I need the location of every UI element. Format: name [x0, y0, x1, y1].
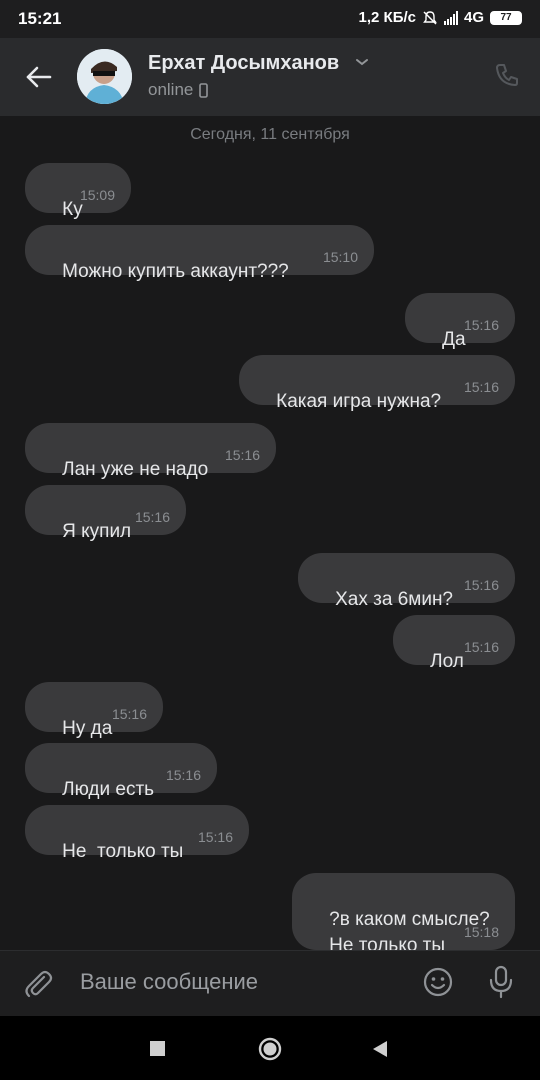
- battery-icon: 77: [490, 10, 522, 25]
- status-right: 1,2 КБ/с 4G 77: [359, 9, 522, 26]
- emoji-icon[interactable]: [422, 966, 454, 998]
- status-bar: 15:21 1,2 КБ/с 4G 77: [0, 0, 540, 38]
- message-bubble-incoming[interactable]: Лан уже не надо 15:16: [25, 423, 276, 480]
- message-text: Да: [442, 329, 466, 350]
- message-time: 15:16: [224, 447, 260, 463]
- microphone-icon[interactable]: [486, 964, 516, 1000]
- message-time: 15:16: [463, 317, 499, 333]
- network-type: 4G: [463, 9, 484, 26]
- mute-bell-icon: [423, 10, 437, 25]
- back-triangle-icon[interactable]: [371, 1039, 389, 1059]
- home-circle-icon[interactable]: [258, 1037, 282, 1061]
- phone-icon[interactable]: [494, 62, 520, 88]
- message-bubble-outgoing[interactable]: Да 15:16: [405, 293, 515, 350]
- message-time: 15:16: [463, 639, 499, 655]
- message-bubble-incoming[interactable]: Ку 15:09: [25, 163, 131, 220]
- message-text: Какая игра нужна?: [276, 391, 442, 412]
- message-bubble-outgoing[interactable]: Какая игра нужна? 15:16: [239, 355, 515, 412]
- avatar[interactable]: [77, 49, 132, 104]
- status-text: online: [148, 80, 194, 99]
- system-nav-bar: [0, 1016, 540, 1080]
- message-text: Ну да: [62, 718, 113, 739]
- message-time: 15:16: [134, 509, 170, 525]
- message-time: 15:10: [322, 249, 358, 265]
- message-time: 15:16: [463, 577, 499, 593]
- message-time: 15:16: [463, 379, 499, 395]
- date-separator: Сегодня, 11 сентября: [190, 126, 350, 143]
- message-bubble-incoming[interactable]: Не только ты 15:16: [25, 805, 249, 862]
- message-bubble-incoming[interactable]: Можно купить аккаунт??? 15:10: [25, 225, 374, 282]
- message-bubble-outgoing[interactable]: Лол 15:16: [393, 615, 515, 672]
- message-text: Я купил: [62, 521, 132, 542]
- net-speed: 1,2 КБ/с: [358, 9, 416, 26]
- signal-icon: [443, 10, 458, 25]
- contact-name[interactable]: Ерхат Досымханов: [148, 52, 339, 75]
- message-text: Можно купить аккаунт???: [62, 261, 289, 282]
- message-text: Не только ты: [62, 841, 184, 862]
- message-bubble-incoming[interactable]: Люди есть 15:16: [25, 743, 217, 800]
- attach-paperclip-icon[interactable]: [22, 968, 54, 1000]
- message-bubble-outgoing[interactable]: Хах за 6мин? 15:16: [298, 553, 515, 610]
- message-time: 15:16: [197, 829, 233, 845]
- message-bubble-outgoing[interactable]: ?в каком смысле? Не только ты 15:18: [292, 873, 515, 956]
- status-time: 15:21: [18, 9, 62, 28]
- message-bubble-incoming[interactable]: Я купил 15:16: [25, 485, 186, 542]
- mobile-device-icon: [199, 82, 209, 98]
- avatar-image: [77, 49, 132, 104]
- message-list[interactable]: Сегодня, 11 сентября Ку 15:09 Можно купи…: [0, 116, 540, 956]
- message-bubble-incoming[interactable]: Ну да 15:16: [25, 682, 163, 739]
- recents-square-icon[interactable]: [150, 1041, 165, 1056]
- message-input[interactable]: Ваше сообщение: [80, 969, 258, 995]
- message-composer: Ваше сообщение: [0, 950, 540, 1017]
- back-arrow-icon[interactable]: [22, 60, 56, 94]
- message-text: Люди есть: [62, 779, 155, 800]
- message-text: Хах за 6мин?: [335, 589, 454, 610]
- chat-header: Ерхат Досымханов online: [0, 38, 540, 116]
- message-text: Лол: [430, 651, 464, 672]
- message-time: 15:16: [165, 767, 201, 783]
- message-text: Лан уже не надо: [62, 459, 209, 480]
- message-time: 15:18: [463, 924, 499, 940]
- contact-status: online: [148, 80, 209, 100]
- message-time: 15:16: [111, 706, 147, 722]
- chevron-down-icon[interactable]: [354, 54, 370, 70]
- message-time: 15:09: [79, 187, 115, 203]
